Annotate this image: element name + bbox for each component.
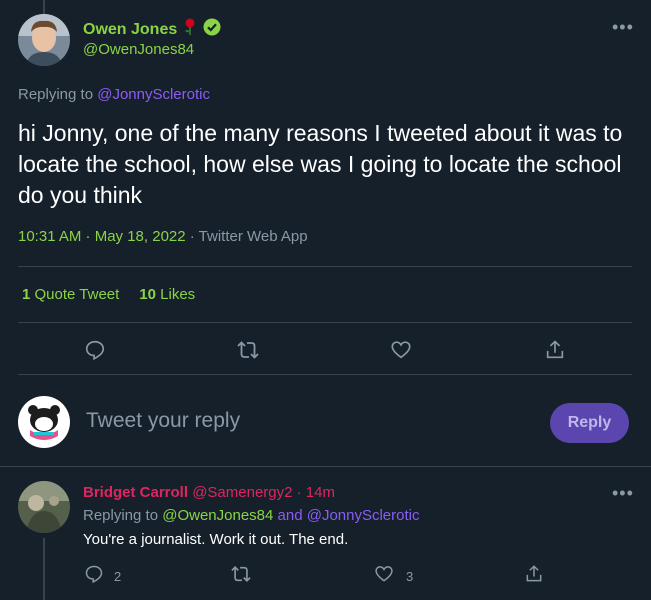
commenter-name[interactable]: Bridget Carroll — [83, 484, 188, 501]
rose-icon — [183, 18, 197, 41]
author-name-row[interactable]: Owen Jones — [83, 18, 221, 41]
like-count: 3 — [406, 569, 414, 584]
replying-mention[interactable]: @JonnySclerotic — [97, 86, 210, 103]
reply-icon[interactable] — [84, 339, 106, 361]
thread-line — [43, 0, 45, 14]
retweet-icon[interactable] — [236, 339, 259, 361]
commenter-like-action[interactable]: 3 — [374, 564, 413, 589]
quote-tweets-link[interactable]: 1 Quote Tweet — [22, 286, 119, 303]
more-icon[interactable]: ••• — [612, 483, 634, 504]
reply-button[interactable]: Reply — [550, 403, 629, 443]
commenter-handle-time[interactable]: @Samenergy2 · 14m — [192, 484, 335, 501]
tweet-source: · Twitter Web App — [185, 228, 308, 245]
commenter-and: and — [277, 507, 303, 524]
quote-label: Quote Tweet — [34, 286, 120, 303]
author-avatar[interactable] — [18, 14, 70, 66]
author-handle[interactable]: @OwenJones84 — [83, 41, 194, 58]
tweet-meta: 10:31 AM · May 18, 2022 · Twitter Web Ap… — [18, 228, 308, 245]
tweet-timestamp[interactable]: 10:31 AM · May 18, 2022 — [18, 228, 186, 245]
thread-line — [43, 538, 45, 600]
tweet-text: hi Jonny, one of the many reasons I twee… — [18, 120, 623, 208]
replying-to: Replying to @JonnySclerotic — [18, 86, 210, 103]
divider — [18, 322, 632, 323]
divider — [0, 466, 651, 467]
replying-label: Replying to — [18, 86, 94, 103]
reply-icon[interactable] — [84, 564, 104, 589]
share-icon[interactable] — [544, 339, 566, 361]
more-icon[interactable]: ••• — [612, 17, 634, 38]
like-label: Likes — [160, 286, 196, 303]
commenter-header: Bridget Carroll @Samenergy2 · 14m — [83, 484, 335, 501]
commenter-reply-action[interactable]: 2 — [84, 564, 121, 589]
divider — [18, 374, 632, 375]
verified-icon — [203, 18, 221, 41]
user-avatar[interactable] — [18, 396, 70, 448]
commenter-mention-2[interactable]: @JonnySclerotic — [307, 507, 420, 524]
like-icon[interactable] — [390, 339, 412, 361]
retweet-icon[interactable] — [230, 564, 252, 589]
author-name[interactable]: Owen Jones — [83, 21, 177, 39]
commenter-replying-label: Replying to — [83, 507, 159, 524]
commenter-text: You're a journalist. Work it out. The en… — [83, 531, 349, 548]
reply-count: 2 — [114, 569, 122, 584]
reply-input[interactable]: Tweet your reply — [86, 409, 240, 433]
commenter-replying: Replying to @OwenJones84 and @JonnyScler… — [83, 507, 420, 524]
share-icon[interactable] — [524, 564, 544, 589]
likes-link[interactable]: 10 Likes — [139, 286, 195, 303]
quote-count: 1 — [22, 286, 31, 303]
divider — [18, 266, 632, 267]
commenter-mention-1[interactable]: @OwenJones84 — [162, 507, 273, 524]
commenter-avatar[interactable] — [18, 481, 70, 533]
like-count: 10 — [139, 286, 156, 303]
tweet-stats: 1 Quote Tweet 10 Likes — [22, 286, 195, 303]
like-icon[interactable] — [374, 564, 394, 589]
